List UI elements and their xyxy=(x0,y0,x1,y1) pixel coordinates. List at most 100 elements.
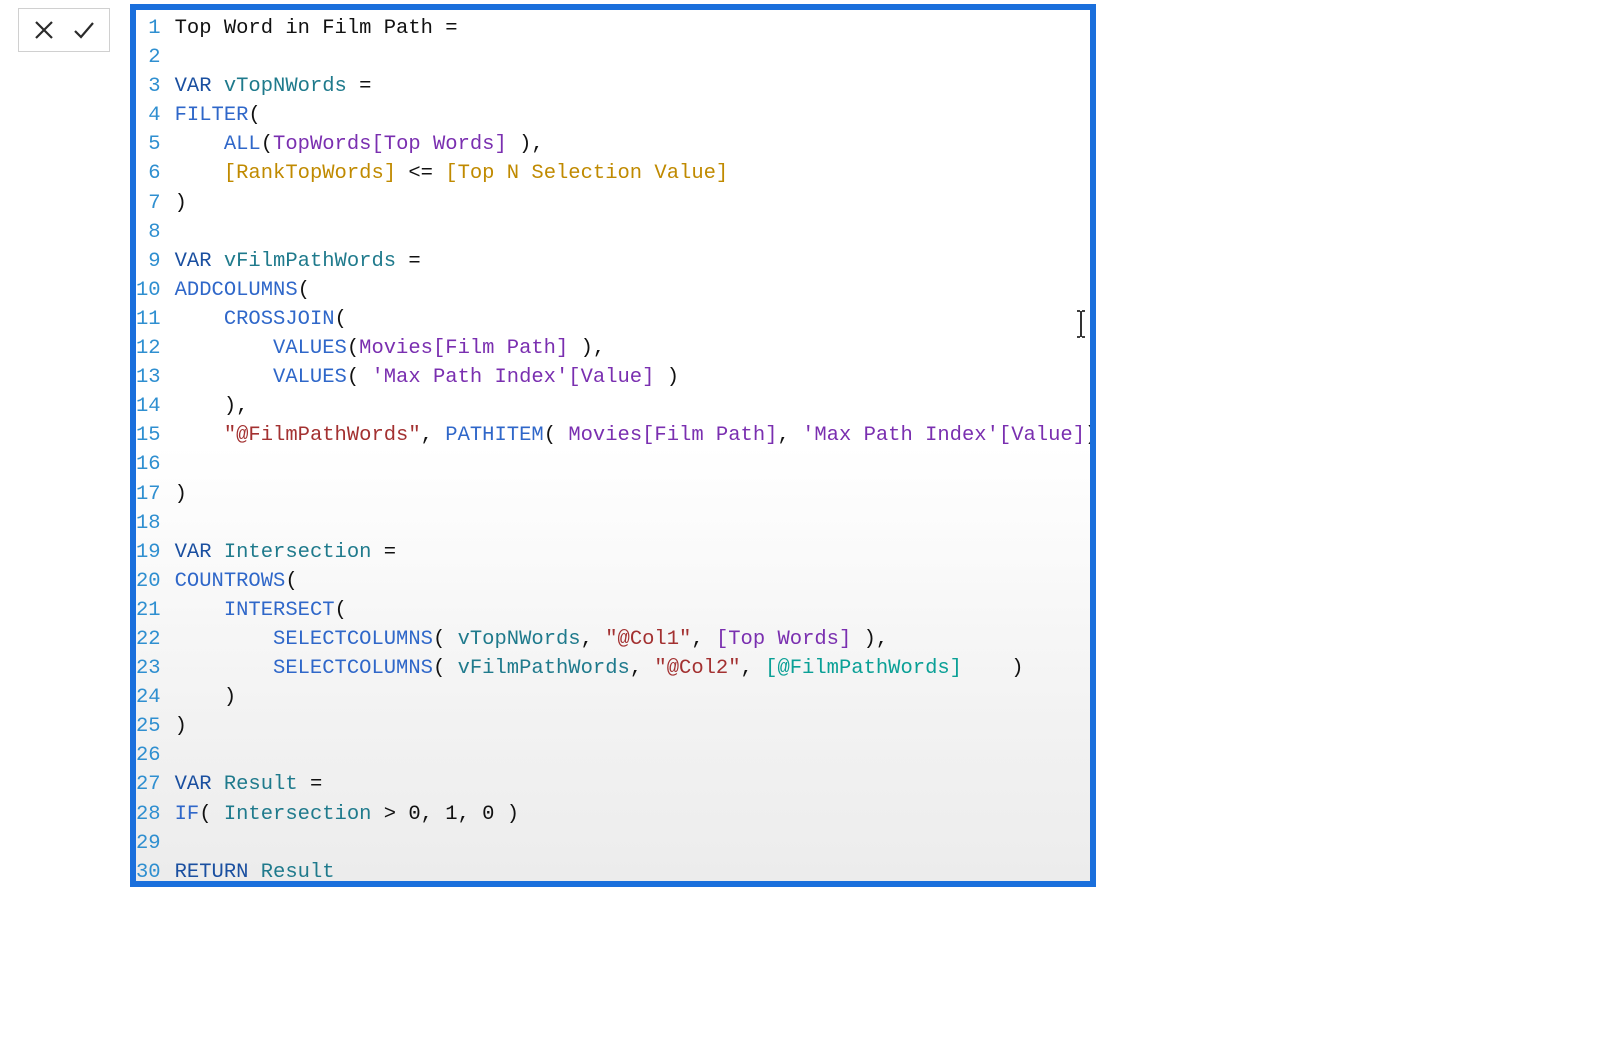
code-token: CROSSJOIN xyxy=(224,308,335,331)
code-line[interactable]: VALUES(Movies[Film Path] ), xyxy=(175,334,1096,363)
code-line[interactable]: FILTER( xyxy=(175,101,1096,130)
code-token: = xyxy=(347,75,372,98)
code-token: VALUES xyxy=(273,337,347,360)
code-line[interactable]: VAR Result = xyxy=(175,770,1096,799)
code-token: [Top Words] xyxy=(716,628,851,651)
code-line[interactable]: Top Word in Film Path = xyxy=(175,14,1096,43)
code-line[interactable]: ) xyxy=(175,712,1096,741)
code-token: FILTER xyxy=(175,104,249,127)
code-token: , xyxy=(777,424,802,447)
code-token: TopWords[Top Words] xyxy=(273,133,507,156)
code-token: INTERSECT xyxy=(224,599,335,622)
code-line[interactable]: VAR vFilmPathWords = xyxy=(175,247,1096,276)
code-line[interactable]: ) xyxy=(175,683,1096,712)
code-token: ( xyxy=(347,337,359,360)
code-line[interactable]: IF( Intersection > 0, 1, 0 ) xyxy=(175,800,1096,829)
code-token: ( xyxy=(433,628,458,651)
code-token: ), xyxy=(851,628,888,651)
code-token: ( xyxy=(298,279,310,302)
code-area[interactable]: 1 2 3 4 5 6 7 8 9 10 11 12 13 14 15 16 1… xyxy=(136,10,1090,881)
code-token: ( xyxy=(199,803,224,826)
code-token: VAR xyxy=(175,541,212,564)
code-token: Result xyxy=(224,773,298,796)
code-token: VAR xyxy=(175,75,212,98)
code-line[interactable]: ALL(TopWords[Top Words] ), xyxy=(175,130,1096,159)
code-token: VAR xyxy=(175,773,212,796)
code-token: Movies[Film Path] xyxy=(359,337,568,360)
code-token: ( xyxy=(433,657,458,680)
code-token: RETURN xyxy=(175,861,249,884)
code-line[interactable] xyxy=(175,43,1096,72)
code-token xyxy=(175,366,273,389)
cancel-button[interactable] xyxy=(27,13,61,47)
code-line[interactable] xyxy=(175,509,1096,538)
line-number-gutter: 1 2 3 4 5 6 7 8 9 10 11 12 13 14 15 16 1… xyxy=(136,10,169,881)
code-token xyxy=(175,133,224,156)
code-line[interactable]: SELECTCOLUMNS( vTopNWords, "@Col1", [Top… xyxy=(175,625,1096,654)
code-token: 'Max Path Index'[Value] xyxy=(371,366,654,389)
code-token xyxy=(212,773,224,796)
code-token xyxy=(248,861,260,884)
code-line[interactable]: [RankTopWords] <= [Top N Selection Value… xyxy=(175,159,1096,188)
code-token: ( xyxy=(248,104,260,127)
code-token: = xyxy=(445,17,457,40)
code-token: "@FilmPathWords" xyxy=(224,424,421,447)
code-token: COUNTROWS xyxy=(175,570,286,593)
code-line[interactable]: COUNTROWS( xyxy=(175,567,1096,596)
code-line[interactable]: ), xyxy=(175,392,1096,421)
code-token xyxy=(175,337,273,360)
code-token: <= xyxy=(396,162,445,185)
code-line[interactable]: RETURN Result xyxy=(175,858,1096,887)
code-token xyxy=(175,424,224,447)
code-line[interactable]: INTERSECT( xyxy=(175,596,1096,625)
code-line[interactable]: VAR Intersection = xyxy=(175,538,1096,567)
code-line[interactable]: VALUES( 'Max Path Index'[Value] ) xyxy=(175,363,1096,392)
code-token: ( xyxy=(261,133,273,156)
code-token: ADDCOLUMNS xyxy=(175,279,298,302)
code-token: Result xyxy=(261,861,335,884)
code-token: ) xyxy=(175,686,237,709)
code-token: > 0, 1, 0 ) xyxy=(371,803,519,826)
code-line[interactable]: "@FilmPathWords", PATHITEM( Movies[Film … xyxy=(175,421,1096,450)
code-line[interactable] xyxy=(175,218,1096,247)
code-line[interactable] xyxy=(175,741,1096,770)
code-line[interactable]: CROSSJOIN( xyxy=(175,305,1096,334)
code-token: vFilmPathWords xyxy=(458,657,630,680)
code-token: ALL xyxy=(224,133,261,156)
code-line[interactable]: VAR vTopNWords = xyxy=(175,72,1096,101)
code-token: ) xyxy=(654,366,679,389)
dax-editor[interactable]: 1 2 3 4 5 6 7 8 9 10 11 12 13 14 15 16 1… xyxy=(130,4,1096,887)
code-line[interactable] xyxy=(175,450,1096,479)
code-token: = xyxy=(396,250,421,273)
code-line[interactable]: ADDCOLUMNS( xyxy=(175,276,1096,305)
code-token xyxy=(175,657,273,680)
code-token: ) xyxy=(1085,424,1096,447)
code-token: IF xyxy=(175,803,200,826)
code-token: ( xyxy=(335,599,347,622)
code-token: Intersection xyxy=(224,803,372,826)
code-token: ( xyxy=(347,366,372,389)
code-token: [RankTopWords] xyxy=(224,162,396,185)
code-line[interactable]: SELECTCOLUMNS( vFilmPathWords, "@Col2", … xyxy=(175,654,1096,683)
commit-button[interactable] xyxy=(67,13,101,47)
code-token: , xyxy=(691,628,716,651)
code-token xyxy=(175,599,224,622)
code-token: = xyxy=(371,541,396,564)
code-token: , xyxy=(741,657,766,680)
code-token: PATHITEM xyxy=(445,424,543,447)
code-token: = xyxy=(298,773,323,796)
code-token xyxy=(212,75,224,98)
code-line[interactable] xyxy=(175,829,1096,858)
code-line[interactable]: ) xyxy=(175,189,1096,218)
code-token: [@FilmPathWords] xyxy=(765,657,962,680)
code-token: , xyxy=(581,628,606,651)
code-line[interactable]: ) xyxy=(175,480,1096,509)
code-token: SELECTCOLUMNS xyxy=(273,628,433,651)
code-token: ( xyxy=(285,570,297,593)
code-token: VALUES xyxy=(273,366,347,389)
code-token: SELECTCOLUMNS xyxy=(273,657,433,680)
code-token: "@Col2" xyxy=(654,657,740,680)
code-token: [Top N Selection Value] xyxy=(445,162,728,185)
code-content[interactable]: Top Word in Film Path = VAR vTopNWords =… xyxy=(169,10,1096,881)
formula-toolbar xyxy=(18,8,110,52)
